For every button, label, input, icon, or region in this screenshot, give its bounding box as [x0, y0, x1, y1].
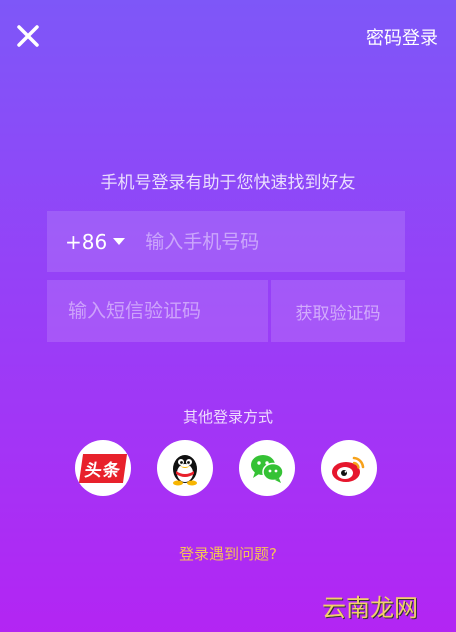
phone-number-input[interactable]: [143, 210, 405, 273]
other-login-title: 其他登录方式: [182, 408, 273, 426]
caret-down-icon: [113, 238, 126, 245]
close-button[interactable]: [14, 22, 42, 50]
sms-code-row: 获取验证码: [47, 280, 405, 342]
wechat-icon: [251, 455, 284, 483]
close-icon: [17, 25, 39, 47]
weibo-icon: [332, 456, 365, 482]
watermark-logo: 云南龙网: [322, 594, 418, 622]
sms-code-input[interactable]: [66, 299, 260, 323]
toutiao-logo: 头条: [78, 453, 128, 483]
qq-penguin-icon: [173, 455, 197, 486]
phone-input-row: +86: [47, 210, 405, 273]
login-help-link[interactable]: 登录遇到问题?: [0, 543, 456, 564]
sms-code-box: [47, 280, 268, 342]
country-code-value: +86: [65, 229, 108, 254]
weibo-login-button[interactable]: [321, 440, 377, 496]
qq-login-button[interactable]: [157, 440, 213, 496]
password-login-link[interactable]: 密码登录: [366, 24, 438, 50]
toutiao-login-button[interactable]: 头条: [75, 440, 131, 496]
get-code-button[interactable]: 获取验证码: [271, 280, 405, 342]
wechat-login-button[interactable]: [239, 440, 295, 496]
country-code-selector[interactable]: +86: [65, 229, 126, 254]
page-subtitle: 手机号登录有助于您快速找到好友: [100, 173, 356, 193]
